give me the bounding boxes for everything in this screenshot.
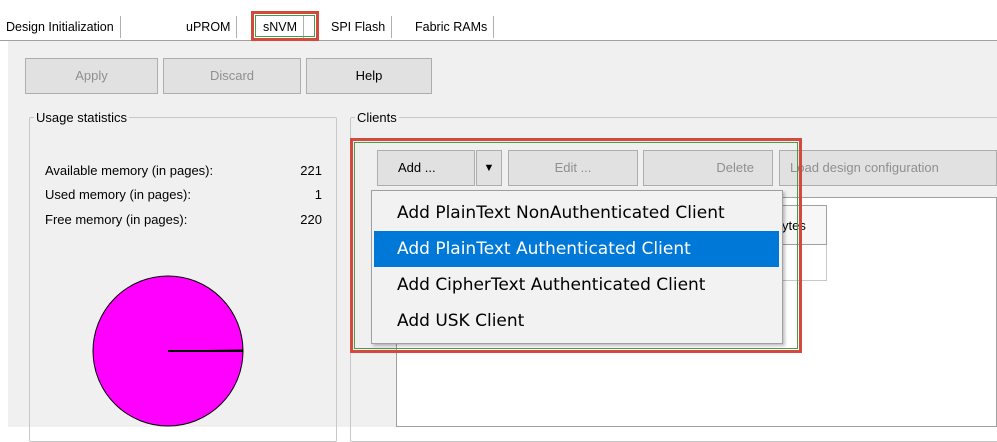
tab-uprom[interactable]: uPROM bbox=[180, 16, 238, 38]
tab-spi-flash[interactable]: SPI Flash bbox=[325, 16, 393, 38]
tab-fabric-rams[interactable]: Fabric RAMs bbox=[409, 16, 495, 38]
used-memory-value: 1 bbox=[314, 187, 322, 202]
available-memory-value: 221 bbox=[300, 163, 322, 178]
used-memory-label: Used memory (in pages): bbox=[45, 187, 191, 202]
help-button[interactable]: Help bbox=[306, 58, 432, 94]
usage-statistics-title: Usage statistics bbox=[36, 110, 128, 125]
clients-title: Clients bbox=[357, 110, 397, 125]
clients-highlight-box-inner bbox=[354, 142, 798, 349]
free-memory-value: 220 bbox=[300, 212, 322, 227]
tab-bar bbox=[0, 12, 997, 41]
apply-button[interactable]: Apply bbox=[25, 58, 158, 94]
snvm-tab-highlight-inner bbox=[255, 15, 315, 37]
memory-usage-pie-chart bbox=[92, 275, 244, 427]
tab-design-initialization[interactable]: Design Initialization bbox=[0, 16, 121, 38]
free-memory-label: Free memory (in pages): bbox=[45, 212, 188, 227]
load-design-configuration-button[interactable]: Load design configuration bbox=[779, 150, 997, 186]
discard-button[interactable]: Discard bbox=[163, 58, 301, 94]
available-memory-label: Available memory (in pages): bbox=[45, 163, 214, 178]
